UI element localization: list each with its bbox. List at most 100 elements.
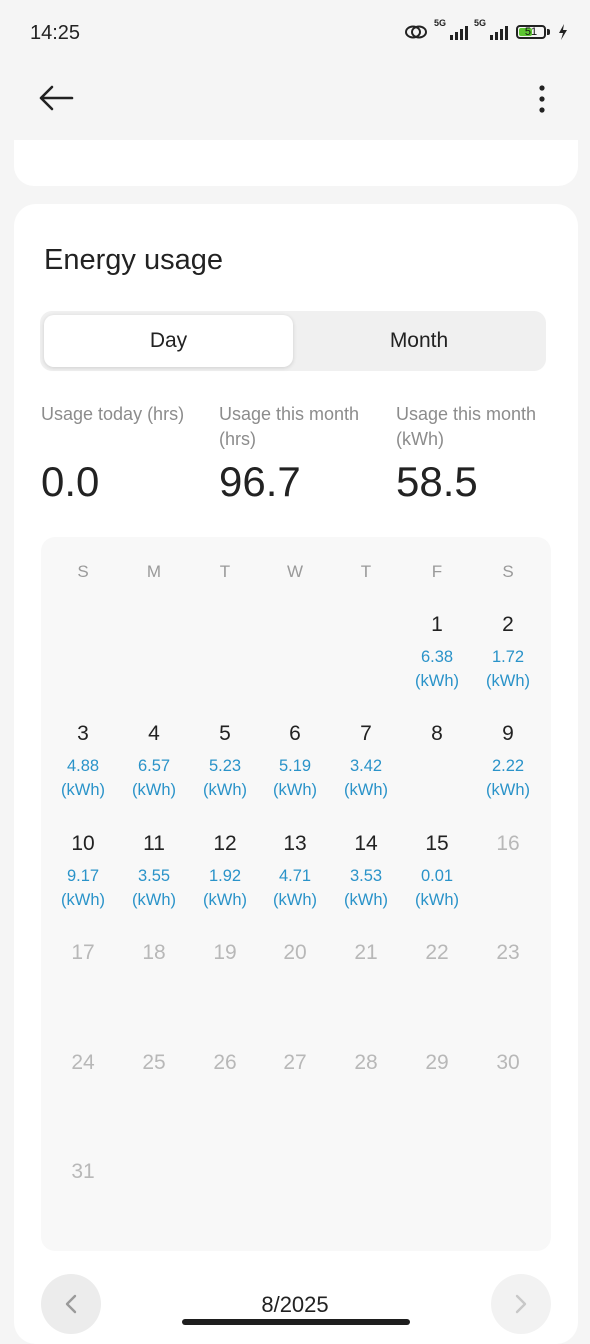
- energy-amount: 4.88: [66, 757, 100, 775]
- energy-unit: (kWh): [273, 891, 317, 909]
- energy-unit: (kWh): [203, 781, 247, 799]
- calendar-day-14[interactable]: 14: [331, 832, 401, 856]
- more-vertical-icon: [539, 85, 545, 113]
- day-energy-value: 6.57 (kWh): [117, 754, 191, 802]
- home-indicator[interactable]: [182, 1319, 410, 1325]
- weekday-header: M: [146, 562, 162, 581]
- calendar-day-24: 24: [71, 1051, 95, 1074]
- signal-2-label: 5G: [474, 18, 487, 28]
- signal-2-icon: 5G: [474, 18, 508, 40]
- calendar-day-12[interactable]: 12: [190, 832, 260, 856]
- day-energy-value: 2.22 (kWh): [471, 754, 545, 802]
- day-energy-value: 3.55 (kWh): [117, 864, 191, 912]
- energy-amount: 6.57: [137, 757, 171, 775]
- calendar-day-7[interactable]: 7: [331, 722, 401, 746]
- status-icons: 5G 5G 51: [404, 18, 568, 40]
- battery-level: 51: [524, 26, 538, 38]
- battery-icon: 51: [516, 25, 550, 39]
- energy-unit: (kWh): [61, 781, 105, 799]
- calendar-day-10[interactable]: 10: [48, 832, 118, 856]
- energy-amount: 5.19: [278, 757, 312, 775]
- energy-unit: (kWh): [415, 891, 459, 909]
- calendar-day-19: 19: [213, 941, 237, 964]
- energy-unit: (kWh): [132, 891, 176, 909]
- energy-amount: 1.92: [208, 867, 242, 885]
- weekday-header: W: [286, 562, 304, 581]
- calendar-day-31: 31: [71, 1160, 95, 1183]
- energy-unit: (kWh): [61, 891, 105, 909]
- calendar-day-23: 23: [496, 941, 520, 964]
- energy-unit: (kWh): [486, 781, 530, 799]
- more-options-button[interactable]: [530, 82, 554, 118]
- stat-label: Usage this month: [396, 404, 537, 424]
- stat-label-unit: (hrs): [219, 429, 256, 449]
- calendar-day-22: 22: [425, 941, 449, 964]
- calendar-day-30: 30: [496, 1051, 520, 1074]
- energy-unit: (kWh): [203, 891, 247, 909]
- stat-usage-month-hrs: Usage this month (hrs): [219, 402, 394, 452]
- back-arrow-icon: [39, 85, 74, 111]
- calendar-day-29: 29: [425, 1051, 449, 1074]
- energy-amount: 5.23: [208, 757, 242, 775]
- calendar-day-4[interactable]: 4: [119, 722, 189, 746]
- energy-amount: 3.42: [349, 757, 383, 775]
- energy-amount: 1.72: [491, 648, 525, 666]
- status-time: 14:25: [30, 22, 81, 44]
- link-icon: [405, 25, 427, 39]
- section-title: Energy usage: [44, 244, 223, 276]
- calendar-day-5[interactable]: 5: [190, 722, 260, 746]
- weekday-header: F: [431, 562, 443, 581]
- day-energy-value: 4.88 (kWh): [46, 754, 120, 802]
- stat-usage-month-kwh: Usage this month (kWh): [396, 402, 571, 452]
- tab-month[interactable]: Month: [295, 315, 543, 367]
- energy-unit: (kWh): [344, 781, 388, 799]
- day-energy-value: 3.42 (kWh): [329, 754, 403, 802]
- calendar-day-1[interactable]: 1: [402, 613, 472, 637]
- calendar-day-28: 28: [354, 1051, 378, 1074]
- energy-unit: (kWh): [344, 891, 388, 909]
- energy-unit: (kWh): [415, 672, 459, 690]
- calendar-day-21: 21: [354, 941, 378, 964]
- weekday-header: S: [77, 562, 89, 581]
- calendar-day-2[interactable]: 2: [473, 613, 543, 637]
- chevron-right-icon: [515, 1294, 527, 1314]
- stat-label: Usage today (hrs): [41, 404, 185, 424]
- back-button[interactable]: [36, 82, 76, 114]
- energy-unit: (kWh): [273, 781, 317, 799]
- next-month-button[interactable]: [491, 1274, 551, 1334]
- calendar-day-3[interactable]: 3: [48, 722, 118, 746]
- stat-value-month-kwh: 58.5: [396, 458, 478, 505]
- day-energy-value: 0.01 (kWh): [400, 864, 474, 912]
- calendar-day-27: 27: [283, 1051, 307, 1074]
- day-energy-value: 9.17 (kWh): [46, 864, 120, 912]
- calendar-day-18: 18: [142, 941, 166, 964]
- lightning-icon: [559, 24, 567, 40]
- calendar-day-26: 26: [213, 1051, 237, 1074]
- calendar-day-8[interactable]: 8: [402, 722, 472, 746]
- energy-amount: 3.53: [349, 867, 383, 885]
- stat-usage-today: Usage today (hrs): [41, 402, 216, 427]
- weekday-header: T: [360, 562, 372, 581]
- calendar-day-6[interactable]: 6: [260, 722, 330, 746]
- calendar-day-15[interactable]: 15: [402, 832, 472, 856]
- calendar-day-20: 20: [283, 941, 307, 964]
- calendar-day-17: 17: [71, 941, 95, 964]
- day-energy-value: 3.53 (kWh): [329, 864, 403, 912]
- energy-amount: 9.17: [66, 867, 100, 885]
- day-energy-value: 1.72 (kWh): [471, 645, 545, 693]
- energy-amount: 2.22: [491, 757, 525, 775]
- weekday-header: T: [219, 562, 231, 581]
- day-energy-value: 4.71 (kWh): [258, 864, 332, 912]
- day-energy-value: 6.38 (kWh): [400, 645, 474, 693]
- energy-amount: 6.38: [420, 648, 454, 666]
- energy-unit: (kWh): [486, 672, 530, 690]
- tab-day[interactable]: Day: [44, 315, 293, 367]
- calendar-day-11[interactable]: 11: [119, 832, 189, 856]
- stat-label-unit: (kWh): [396, 429, 444, 449]
- calendar-day-9[interactable]: 9: [473, 722, 543, 746]
- signal-1-icon: 5G: [434, 18, 468, 40]
- weekday-header: S: [502, 562, 514, 581]
- previous-card: [14, 140, 578, 186]
- calendar-day-13[interactable]: 13: [260, 832, 330, 856]
- calendar-day-16: 16: [496, 832, 520, 855]
